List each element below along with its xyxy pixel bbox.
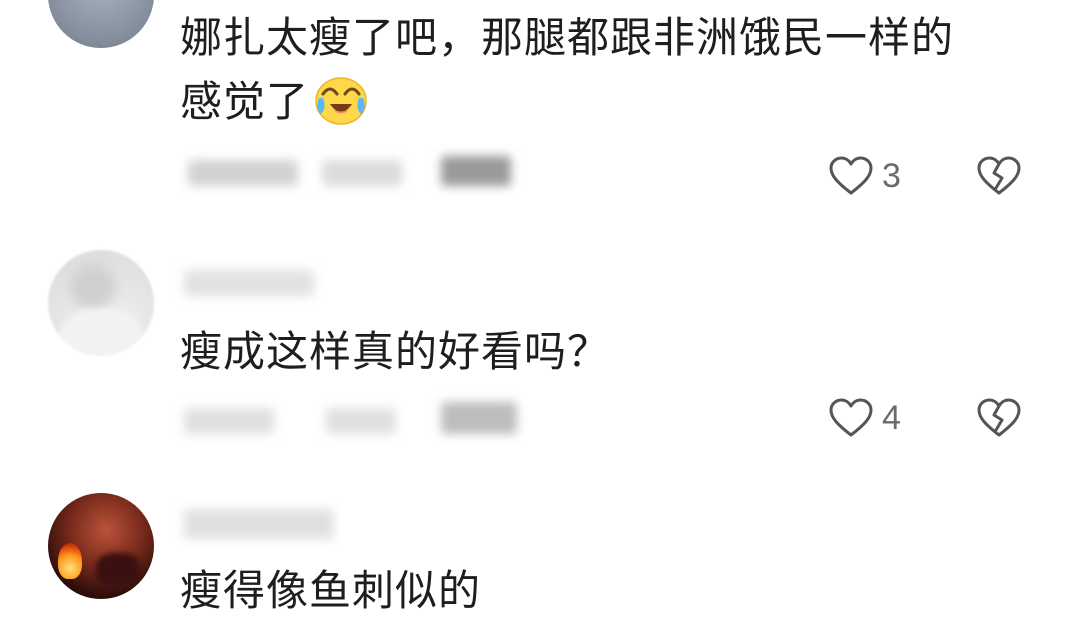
crying-laughing-emoji-icon <box>315 77 367 125</box>
comment-text: 瘦成这样真的好看吗？ <box>180 322 610 382</box>
comment-item: 瘦得像鱼刺似的 <box>0 485 1080 633</box>
comment-text-line-1: 瘦得像鱼刺似的 <box>180 566 482 615</box>
like-button[interactable]: 3 <box>828 154 901 198</box>
like-button[interactable]: 4 <box>828 396 901 440</box>
comment-location <box>322 160 403 186</box>
broken-heart-icon[interactable] <box>976 154 1022 198</box>
avatar[interactable] <box>48 493 154 599</box>
like-count: 3 <box>882 156 901 195</box>
comment-text-line-1: 瘦成这样真的好看吗？ <box>180 327 611 376</box>
comment-meta <box>188 156 518 196</box>
comment-meta <box>184 402 517 442</box>
avatar[interactable] <box>48 0 154 48</box>
comment-username[interactable] <box>184 270 314 296</box>
heart-outline-icon <box>829 398 873 437</box>
comment-text: 娜扎太瘦了吧，那腿都跟非洲饿民一样的 <box>180 8 954 68</box>
broken-heart-icon[interactable] <box>976 396 1022 440</box>
comment-item: 娜扎太瘦了吧，那腿都跟非洲饿民一样的 感觉了 3 <box>0 0 1080 240</box>
avatar[interactable] <box>48 250 154 356</box>
comment-time <box>188 160 298 186</box>
comment-text-line-1: 娜扎太瘦了吧，那腿都跟非洲饿民一样的 <box>180 13 955 62</box>
reply-button[interactable] <box>440 156 511 186</box>
comment-location <box>326 408 397 434</box>
comment-time <box>184 408 274 434</box>
comment-username[interactable] <box>184 509 334 539</box>
comment-text: 瘦得像鱼刺似的 <box>180 561 481 621</box>
comment-text-line-2: 感觉了 <box>180 77 310 126</box>
like-count: 4 <box>882 398 901 437</box>
heart-outline-icon <box>829 156 873 195</box>
reply-button[interactable] <box>440 402 517 434</box>
comment-text: 感觉了 <box>180 72 369 132</box>
comment-item: 瘦成这样真的好看吗？ 4 <box>0 240 1080 485</box>
